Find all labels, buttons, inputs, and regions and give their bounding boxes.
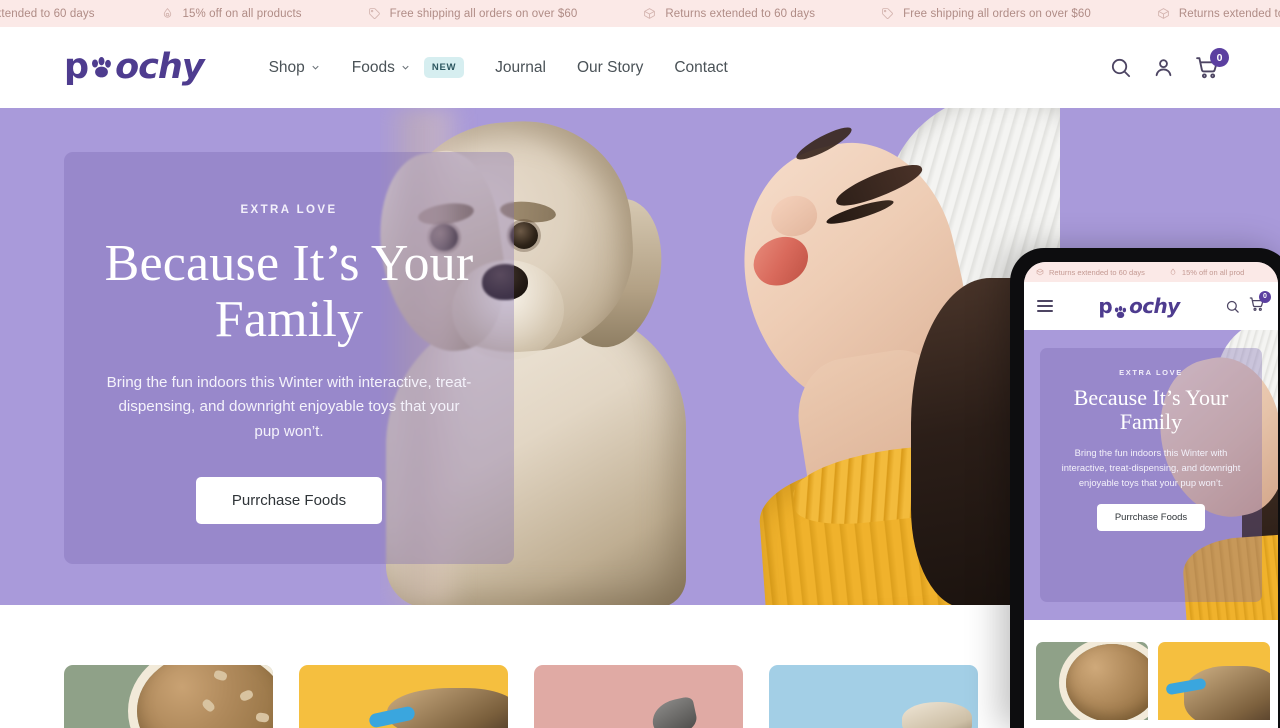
phone-hero-title: Because It’s Your Family [1073, 385, 1229, 435]
hamburger-menu-icon[interactable] [1037, 300, 1053, 312]
hero-content-card: EXTRA LOVE Because It’s Your Family Brin… [64, 152, 514, 564]
phone-hero-section: EXTRA LOVE Because It’s Your Family Brin… [1024, 330, 1278, 620]
announcement-text: Free shipping all orders on over $60 [903, 7, 1091, 20]
tag-icon [882, 8, 893, 19]
phone-hero-subtitle: Bring the fun indoors this Winter with i… [1061, 447, 1241, 488]
announcement-text: Returns extended to 60 days [1178, 7, 1280, 20]
nav-label: Shop [268, 58, 305, 76]
dog-with-toy-image [1184, 666, 1270, 720]
category-card-dog-ear[interactable] [534, 665, 743, 728]
phone-logo-rest: ochy [1129, 294, 1180, 318]
phone-header: p ochy 0 [1024, 282, 1278, 330]
phone-purrchase-foods-button[interactable]: Purrchase Foods [1096, 504, 1206, 532]
box-icon [644, 8, 656, 19]
announcement-item: urns extended to 60 days [0, 7, 128, 20]
phone-announcement-item: 15% off on all prod [1157, 268, 1256, 277]
box-icon [1158, 8, 1169, 19]
phone-announcement-bar: Returns extended to 60 days 15% off on a… [1024, 262, 1278, 282]
chevron-down-icon [402, 65, 409, 70]
hero-subtitle: Bring the fun indoors this Winter with i… [106, 374, 472, 440]
chevron-down-icon [312, 65, 319, 70]
category-card-dog-food-bowl[interactable] [64, 665, 273, 728]
announcement-text: 15% off on all products [182, 7, 302, 20]
new-badge: NEW [423, 57, 465, 78]
paw-print-icon [89, 56, 114, 79]
announcement-track: urns extended to 60 days 15% off on all … [0, 7, 1280, 20]
phone-category-strip [1024, 620, 1278, 728]
logo-text-rest: ochy [115, 47, 205, 87]
announcement-item: Free shipping all orders on over $60 [335, 7, 611, 20]
phone-logo-first: p [1098, 294, 1113, 318]
hero-title: Because It’s Your Family [105, 236, 474, 347]
burger-line [1037, 310, 1053, 312]
hero-eyebrow: EXTRA LOVE [240, 204, 338, 216]
announcement-text: urns extended to 60 days [0, 7, 95, 20]
nav-item-shop[interactable]: Shop [269, 59, 321, 77]
nav-item-journal[interactable]: Journal [495, 59, 546, 77]
search-icon[interactable] [1225, 299, 1240, 314]
category-card-dog-toy[interactable] [299, 665, 508, 728]
nav-item-foods[interactable]: Foods [352, 59, 411, 77]
phone-header-actions: 0 [1225, 290, 1271, 317]
burger-line [1037, 305, 1053, 307]
droplet-icon [163, 7, 171, 18]
paw-print-icon [1113, 300, 1128, 318]
phone-hero-title-line-1: Because It’s Your [1073, 385, 1229, 410]
search-icon[interactable] [1109, 56, 1132, 79]
announcement-item: 15% off on all products [128, 7, 335, 20]
dog-eye-right [510, 222, 538, 249]
announcement-item: Returns extended to 60 days [610, 7, 848, 20]
hero-title-line-1: Because It’s Your [104, 235, 474, 292]
cart-button[interactable]: 0 [1195, 48, 1229, 80]
phone-hero-title-line-2: Family [1119, 409, 1183, 435]
box-icon [1036, 268, 1044, 276]
nav-label: Our Story [577, 58, 644, 76]
phone-hero-eyebrow: EXTRA LOVE [1119, 368, 1183, 377]
main-navigation: Shop Foods NEW Journal Our Story Contact [269, 57, 728, 78]
announcement-text: Returns extended to 60 days [665, 7, 816, 20]
category-cards [64, 665, 978, 728]
phone-hero-content-card: EXTRA LOVE Because It’s Your Family Brin… [1040, 348, 1262, 602]
purrchase-foods-button[interactable]: Purrchase Foods [195, 476, 383, 524]
phone-announcement-text: 15% off on all prod [1181, 267, 1245, 277]
nav-label: Journal [495, 58, 546, 76]
hero-title-line-2: Family [214, 290, 364, 348]
site-header: p ochy Shop Foods NEW Journal Our Story … [0, 27, 1280, 108]
phone-category-cards [1036, 642, 1278, 720]
nav-item-contact[interactable]: Contact [674, 59, 727, 77]
phone-screen: Returns extended to 60 days 15% off on a… [1024, 262, 1278, 728]
phone-category-card-dog-toy[interactable] [1158, 642, 1270, 720]
header-actions: 0 [1109, 48, 1229, 80]
account-icon[interactable] [1152, 56, 1175, 79]
announcement-item: Free shipping all orders on over $60 [848, 7, 1124, 20]
droplet-icon [1170, 268, 1176, 275]
puppy-image [902, 702, 972, 728]
nav-item-our-story[interactable]: Our Story [577, 59, 643, 77]
dog-food-bowl-image [1066, 644, 1148, 720]
phone-announcement-text: Returns extended to 60 days [1049, 267, 1145, 277]
burger-line [1037, 300, 1053, 302]
announcement-bar: urns extended to 60 days 15% off on all … [0, 0, 1280, 27]
logo[interactable]: p ochy [64, 47, 205, 87]
tag-icon [368, 8, 380, 19]
nav-label: Contact [674, 58, 728, 76]
phone-cart-button[interactable]: 0 [1249, 290, 1271, 317]
nav-label: Foods [351, 58, 395, 76]
announcement-item: Returns extended to 60 days [1124, 7, 1280, 20]
mobile-phone-mockup: Returns extended to 60 days 15% off on a… [1010, 248, 1280, 728]
category-card-puppy[interactable] [769, 665, 978, 728]
announcement-text: Free shipping all orders on over $60 [389, 7, 578, 20]
phone-cart-count-badge: 0 [1258, 290, 1271, 303]
dog-ear-image [648, 695, 700, 728]
logo-text-first: p [64, 47, 89, 87]
woman-figure [675, 108, 1060, 605]
page-root: urns extended to 60 days 15% off on all … [0, 0, 1280, 728]
phone-category-card-dog-food-bowl[interactable] [1036, 642, 1148, 720]
phone-announcement-item: Returns extended to 60 days [1024, 268, 1157, 277]
cart-count-badge: 0 [1210, 48, 1229, 67]
phone-logo[interactable]: p ochy [1098, 294, 1180, 318]
